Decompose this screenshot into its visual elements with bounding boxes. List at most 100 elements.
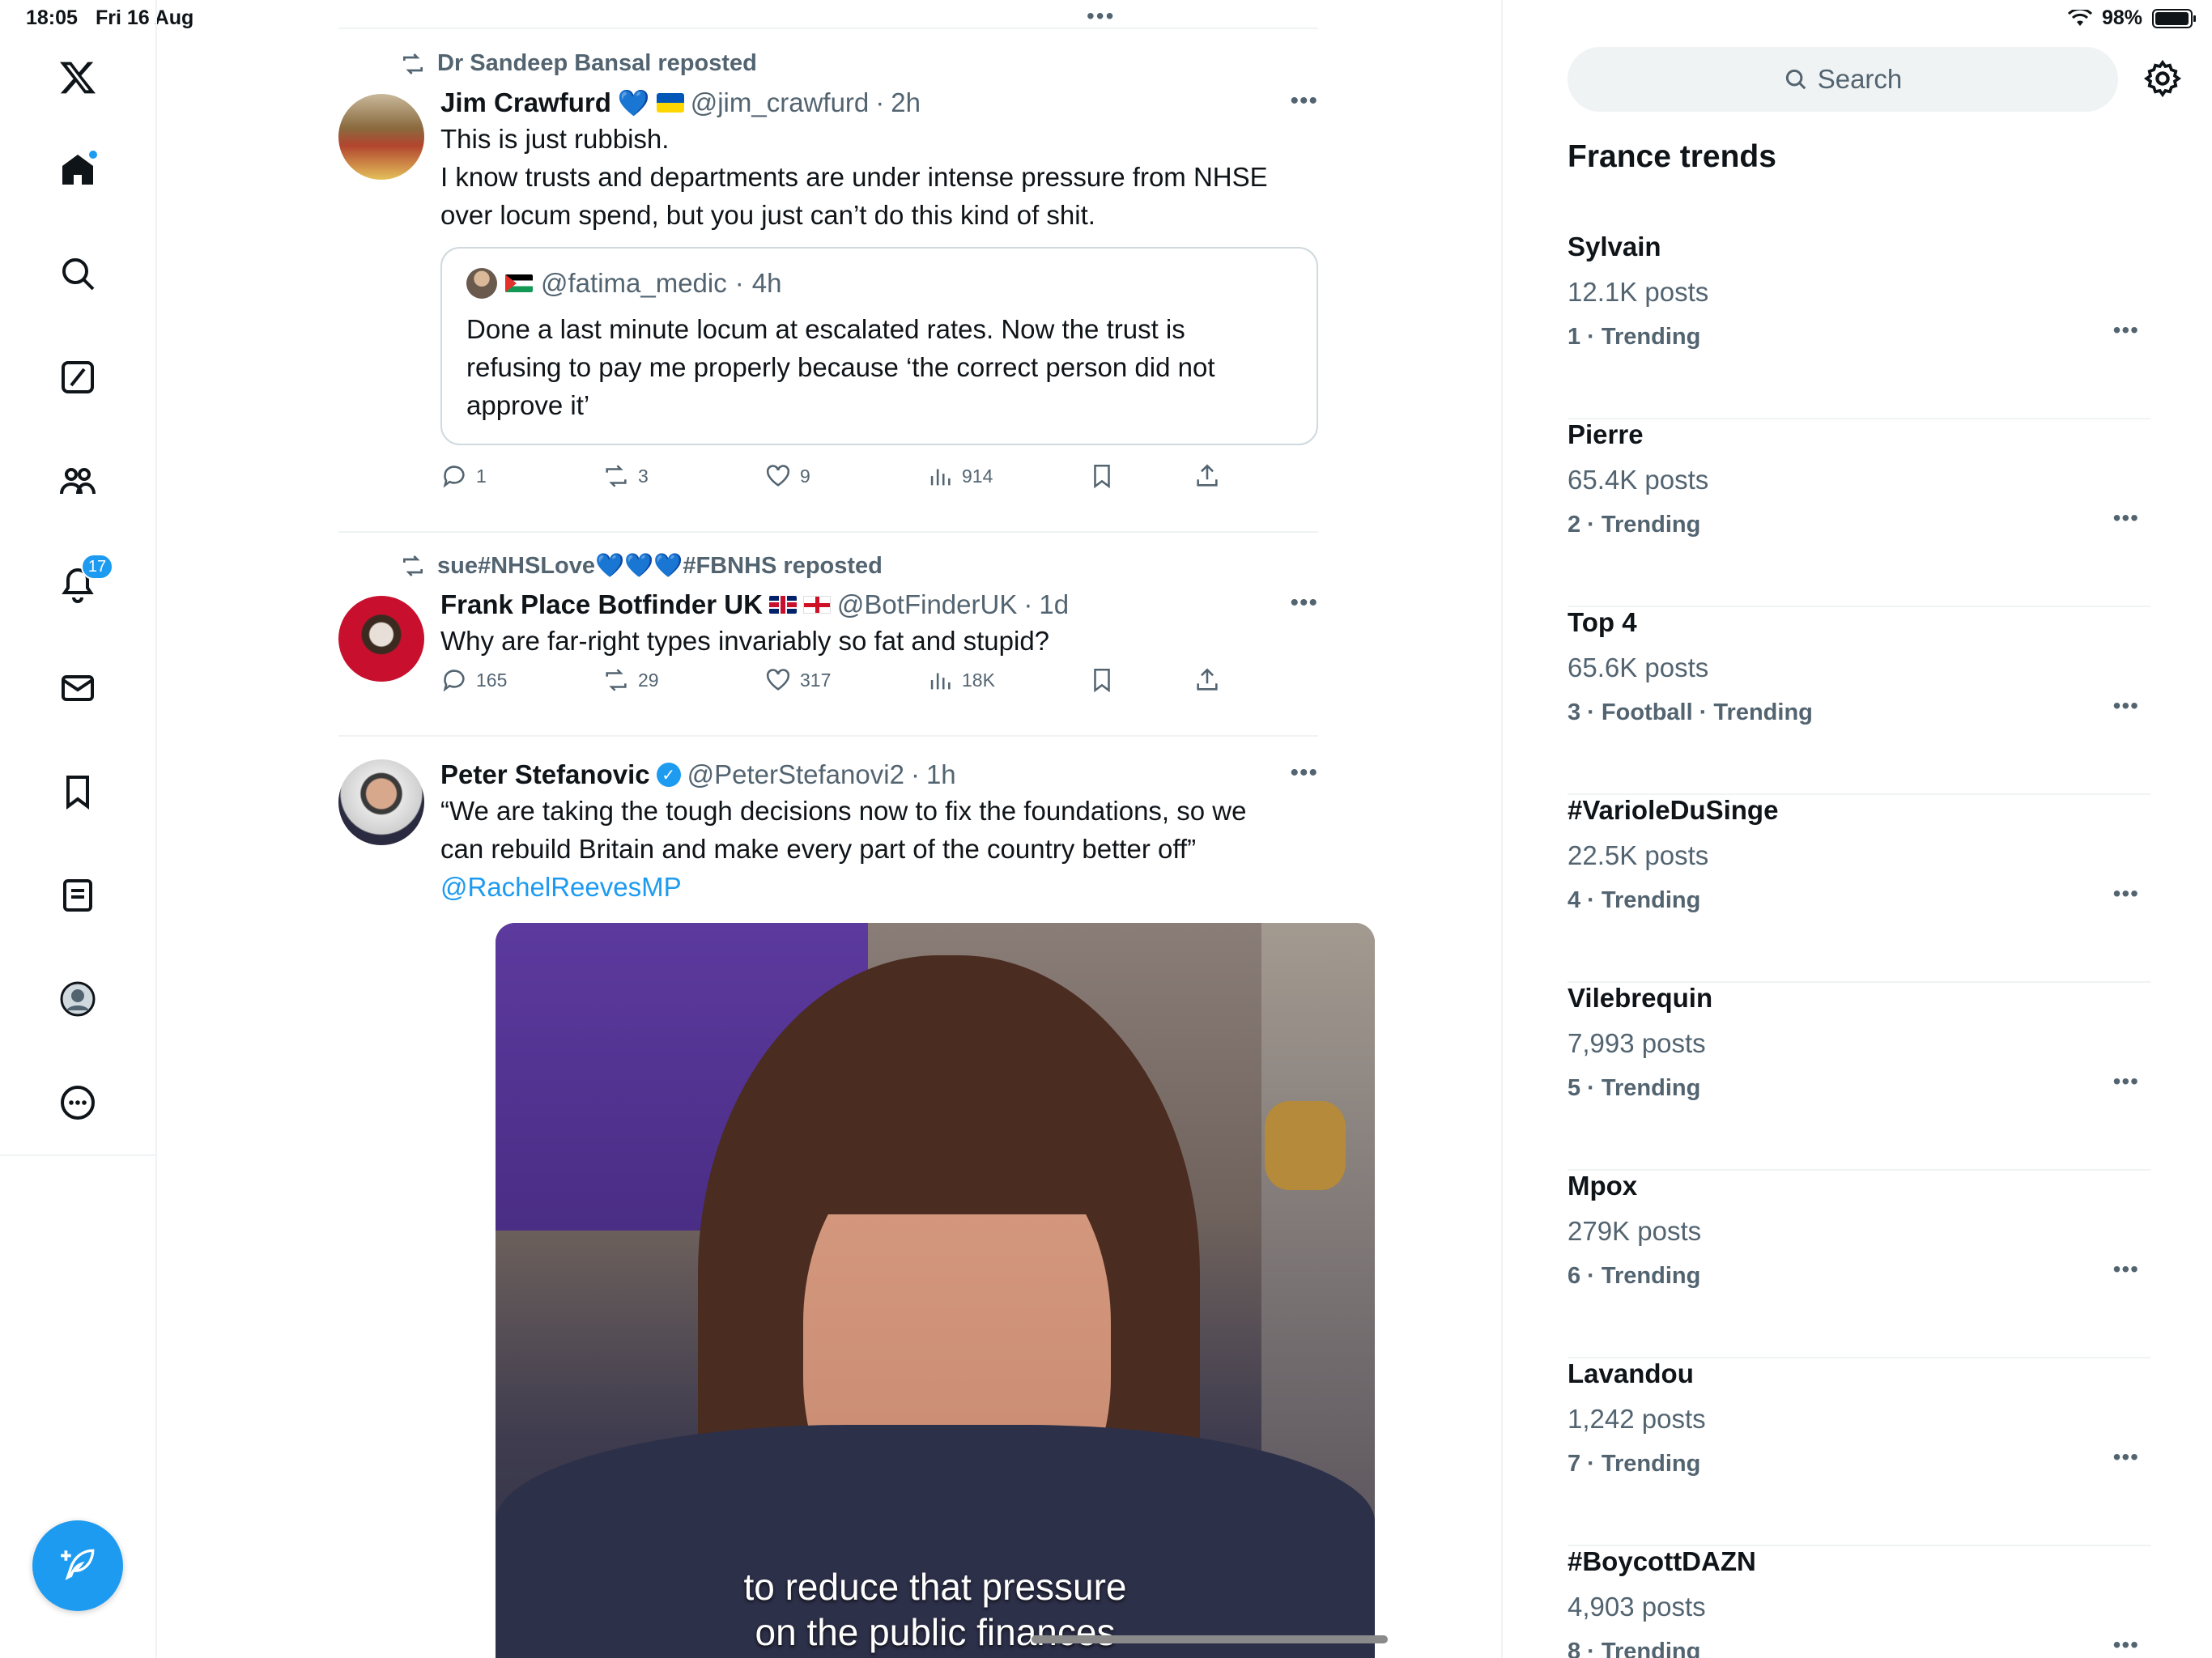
- post-header: Jim Crawfurd 💙 @jim_crawfurd · 2h: [440, 87, 1318, 118]
- trend-more-button[interactable]: •••: [2113, 1444, 2139, 1470]
- repost-button[interactable]: 29: [602, 666, 659, 694]
- author-name[interactable]: Peter Stefanovic: [440, 759, 650, 790]
- like-button[interactable]: 317: [764, 666, 831, 694]
- home-indicator[interactable]: [1032, 1635, 1388, 1643]
- feed-divider: [338, 735, 1318, 737]
- trend-item[interactable]: Vilebrequin 7,993 posts 5 · Trending •••: [1568, 983, 2150, 1171]
- post-text-line: Why are far-right types invariably so fa…: [440, 626, 1050, 656]
- avatar[interactable]: [338, 759, 424, 845]
- reply-button[interactable]: 165: [440, 666, 507, 694]
- trend-name: Sylvain: [1568, 232, 1661, 261]
- post-text: Why are far-right types invariably so fa…: [440, 622, 1318, 660]
- post-time[interactable]: 1h: [926, 759, 956, 790]
- trend-meta: 3 · Football · Trending: [1568, 699, 1813, 725]
- trend-item[interactable]: #VarioleDuSinge 22.5K posts 4 · Trending…: [1568, 795, 2150, 983]
- separator-dot: ·: [910, 759, 920, 789]
- post-video[interactable]: to reduce that pressure on the public fi…: [496, 923, 1375, 1658]
- more-icon[interactable]: [50, 1075, 105, 1130]
- post-more-button[interactable]: •••: [1290, 87, 1318, 115]
- trend-item[interactable]: Top 4 65.6K posts 3 · Football · Trendin…: [1568, 607, 2150, 795]
- share-button[interactable]: [1193, 666, 1221, 694]
- post-more-button[interactable]: •••: [1290, 589, 1318, 617]
- compose-post-button[interactable]: [32, 1520, 123, 1611]
- trend-more-button[interactable]: •••: [2113, 1069, 2139, 1095]
- author-handle[interactable]: @jim_crawfurd: [691, 87, 870, 118]
- views-button[interactable]: 18K: [926, 666, 995, 694]
- trend-more-button[interactable]: •••: [2113, 505, 2139, 531]
- author-name[interactable]: Jim Crawfurd: [440, 87, 611, 118]
- subtitle-line: on the public finances: [755, 1611, 1116, 1653]
- trend-meta: 5 · Trending: [1568, 1075, 1701, 1101]
- search-input[interactable]: Search: [1568, 47, 2118, 112]
- repost-indicator: Dr Sandeep Bansal reposted: [400, 50, 757, 77]
- verified-badge-icon: ✓: [656, 763, 681, 787]
- quoted-post[interactable]: @fatima_medic · 4h Done a last minute lo…: [440, 247, 1318, 445]
- trend-item[interactable]: Mpox 279K posts 6 · Trending •••: [1568, 1171, 2150, 1358]
- quote-text-line: Done a last minute locum at escalated ra…: [466, 314, 1185, 344]
- bookmark-button[interactable]: [1088, 462, 1116, 490]
- search-icon: [1785, 69, 1806, 90]
- post-more-button[interactable]: •••: [1290, 759, 1318, 787]
- mention-link[interactable]: @RachelReevesMP: [440, 868, 1318, 906]
- search-icon[interactable]: [50, 246, 105, 301]
- trend-more-button[interactable]: •••: [2113, 1256, 2139, 1282]
- reply-count: 165: [476, 669, 508, 691]
- author-name[interactable]: Frank Place Botfinder UK: [440, 589, 763, 620]
- post-text-line: can rebuild Britain and make every part …: [440, 834, 1197, 864]
- bookmark-button[interactable]: [1088, 666, 1116, 694]
- post-time[interactable]: 1d: [1039, 589, 1069, 620]
- quote-text-line: refusing to pay me properly because ‘the…: [466, 352, 1215, 382]
- blue-heart-icon: 💙: [617, 88, 650, 117]
- trend-meta: 7 · Trending: [1568, 1451, 1701, 1477]
- subtitle-line: to reduce that pressure: [743, 1566, 1127, 1608]
- trend-item[interactable]: #BoycottDAZN 4,903 posts 8 · Trending ••…: [1568, 1546, 2150, 1658]
- author-handle[interactable]: @BotFinderUK: [837, 589, 1017, 620]
- trend-more-button[interactable]: •••: [2113, 693, 2139, 719]
- right-sidebar: Search France trends Sylvain 12.1K posts…: [1503, 0, 2212, 1658]
- post-jim-crawfurd[interactable]: Dr Sandeep Bansal reposted Jim Crawfurd …: [338, 50, 1318, 533]
- repost-button[interactable]: 3: [602, 462, 649, 490]
- trend-meta: 4 · Trending: [1568, 887, 1701, 913]
- trend-item[interactable]: Sylvain 12.1K posts 1 · Trending •••: [1568, 232, 2150, 419]
- profile-icon[interactable]: [50, 971, 105, 1027]
- trend-item[interactable]: Pierre 65.4K posts 2 · Trending •••: [1568, 419, 2150, 607]
- trend-more-button[interactable]: •••: [2113, 881, 2139, 907]
- repost-count: 29: [638, 669, 659, 691]
- communities-icon[interactable]: [50, 453, 105, 508]
- post-botfinder[interactable]: sue#NHSLove💙💙💙#FBNHS reposted Frank Plac…: [338, 552, 1318, 735]
- trend-more-button[interactable]: •••: [2113, 1632, 2139, 1658]
- trend-name: Lavandou: [1568, 1358, 1694, 1388]
- separator-dot: ·: [1023, 589, 1033, 619]
- avatar[interactable]: [338, 94, 424, 180]
- avatar[interactable]: [338, 596, 424, 682]
- post-time[interactable]: 2h: [891, 87, 921, 118]
- trend-more-button[interactable]: •••: [2113, 317, 2139, 343]
- video-person-fringe: [771, 1052, 1151, 1214]
- reply-button[interactable]: 1: [440, 462, 487, 490]
- feed-top-dots[interactable]: •••: [1087, 3, 1115, 29]
- trend-name: #VarioleDuSinge: [1568, 795, 1779, 825]
- views-icon: [930, 673, 951, 690]
- gear-icon[interactable]: [2142, 58, 2183, 99]
- author-handle[interactable]: @PeterStefanovi2: [687, 759, 904, 790]
- repost-icon: [606, 669, 627, 691]
- x-logo-icon[interactable]: [50, 50, 105, 105]
- like-count: 9: [800, 465, 810, 487]
- like-button[interactable]: 9: [764, 462, 810, 490]
- views-button[interactable]: 914: [926, 462, 993, 490]
- messages-icon[interactable]: [50, 661, 105, 716]
- lists-icon[interactable]: [50, 868, 105, 923]
- trend-post-count: 65.4K posts: [1568, 465, 1709, 495]
- trend-post-count: 4,903 posts: [1568, 1592, 1706, 1622]
- notifications-icon[interactable]: 17: [50, 554, 113, 612]
- view-count: 914: [962, 465, 993, 487]
- share-button[interactable]: [1193, 462, 1221, 490]
- bookmark-icon: [1094, 668, 1110, 693]
- grok-icon[interactable]: [50, 350, 105, 405]
- home-icon[interactable]: [50, 142, 105, 198]
- heart-icon: [766, 669, 790, 691]
- trend-item[interactable]: Lavandou 1,242 posts 7 · Trending •••: [1568, 1358, 2150, 1546]
- bookmarks-icon[interactable]: [50, 764, 105, 819]
- trend-post-count: 12.1K posts: [1568, 277, 1709, 307]
- share-icon: [1197, 464, 1218, 487]
